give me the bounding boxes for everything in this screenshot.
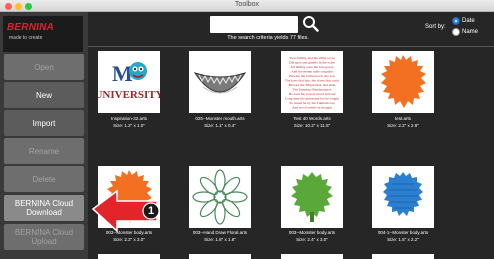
sort-date-label: Date [462,18,475,24]
file-name: 004-1--Monster body.arts [377,230,429,235]
text-page-line: And stood awhile in thought [292,106,332,110]
university-word: UNIVERSITY [98,89,160,101]
file-size: Size: 1.2" x 1.0" [113,123,145,128]
text-page-icon: Twas brillig, and the slithy toves Did g… [285,56,339,110]
logo-brand: BERNINA [7,22,54,33]
window-title: Toolbox [234,1,260,8]
sort-name-label: Name [462,29,479,35]
text-page-line: Did gyre and gimble in the wabe [289,61,335,65]
file-thumbnail[interactable]: Twas brillig, and the slithy toves Did g… [281,51,343,113]
file-size: Size: 1.5" x 2.2" [387,237,419,242]
file-thumbnail-partial[interactable] [372,254,434,259]
sort-date-radio[interactable] [452,17,460,25]
bernina-cloud-upload-button[interactable]: BERNINA Cloud Upload [4,224,84,250]
monster-mouth-icon [193,72,247,94]
search-input[interactable] [210,16,298,33]
file-size: Size: 10.2" x 11.5" [293,123,331,128]
import-button[interactable]: Import [4,110,84,136]
file-name: Inspiration-32.arts [110,116,148,121]
sort-name-radio[interactable] [452,28,460,36]
rename-button[interactable]: Rename [4,138,84,164]
toolbar-divider [88,46,494,47]
file-thumbnail-partial[interactable] [98,254,160,259]
file-name: 003--Hand Draw Floral.arts [192,230,248,235]
orange-fur-icon [381,55,426,108]
text-page-line: And the mome raths outgrabe [291,70,333,74]
file-size: Size: 1.1" x 0.4" [204,123,236,128]
file-size: Size: 2.2" x 2.0" [113,237,145,242]
callout-number: 1 [147,205,155,217]
delete-button[interactable]: Delete [4,166,84,192]
file-size: Size: 2.4" x 3.0" [296,237,328,242]
green-fur-icon [291,172,333,222]
title-bar: Toolbox [0,0,494,12]
sort-by-label: Sort by: [425,24,446,30]
text-page-line: Long time the manxome foe he sought [285,97,339,101]
sidebar: BERNINA made to create Open New Import R… [0,12,88,259]
text-page-line: So rested he by the Tumtum tree [289,101,335,105]
new-button[interactable]: New [4,82,84,108]
file-thumbnail[interactable] [189,166,251,228]
open-button[interactable]: Open [4,54,84,80]
university-monster-icon: M UNIVERSITY [98,61,160,101]
file-thumbnail[interactable] [281,166,343,228]
file-thumbnail[interactable]: M UNIVERSITY [98,51,160,113]
file-size: Size: 2.2" x 2.9" [387,123,419,128]
file-thumbnail-partial[interactable] [189,254,251,259]
toolbox-window: Toolbox BERNINA made to create Open New … [0,0,494,259]
file-thumbnail[interactable] [189,51,251,113]
file-name: Test 40 Words.arts [293,116,331,121]
file-name: 025--Monster mouth.arts [195,116,245,121]
text-page-line: All mimsy were the borogoves [290,65,334,69]
text-page-line: He took his vorpal sword in hand [289,92,336,96]
file-name: 003--Monster body.arts [288,230,336,235]
blue-fur-icon [383,172,423,216]
bernina-logo: BERNINA made to create [3,16,83,52]
file-thumbnail[interactable] [372,166,434,228]
text-page-line: The frumious Bandersnatch [293,88,332,92]
file-thumbnail[interactable] [372,51,434,113]
file-name: test.arts [394,116,411,121]
file-size: Size: 1.8" x 1.8" [204,237,236,242]
logo-tagline: made to create [9,35,43,41]
flower-outline-icon [192,169,248,225]
bernina-cloud-download-button[interactable]: BERNINA Cloud Download [4,195,84,221]
search-criteria-text: The search criteria yields 77 files. [227,35,309,41]
search-icon[interactable] [302,15,319,32]
file-thumbnail-partial[interactable] [281,254,343,259]
